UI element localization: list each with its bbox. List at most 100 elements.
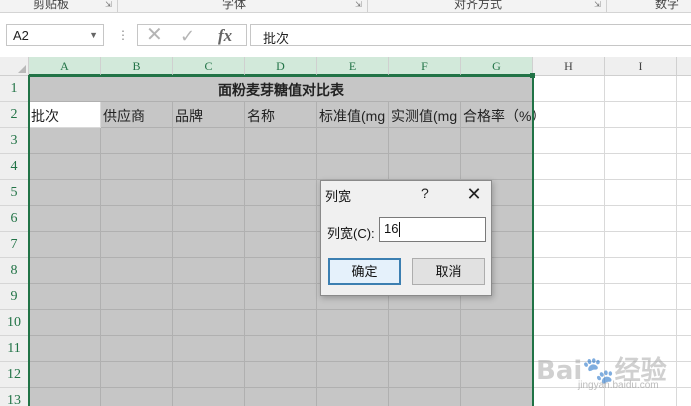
cell[interactable]: [245, 388, 317, 406]
cell[interactable]: [533, 128, 605, 154]
cell[interactable]: [677, 258, 691, 284]
column-header-h[interactable]: H: [533, 57, 605, 76]
cell[interactable]: [677, 180, 691, 206]
cell[interactable]: [173, 180, 245, 206]
cell[interactable]: [173, 388, 245, 406]
cell[interactable]: [389, 362, 461, 388]
cell[interactable]: [101, 258, 173, 284]
select-all-button[interactable]: [0, 57, 29, 76]
cell[interactable]: [173, 284, 245, 310]
cell[interactable]: [173, 128, 245, 154]
cell[interactable]: [389, 128, 461, 154]
cell[interactable]: [677, 206, 691, 232]
cell[interactable]: [29, 310, 101, 336]
cell[interactable]: [101, 284, 173, 310]
cell[interactable]: [461, 128, 533, 154]
cell[interactable]: [461, 362, 533, 388]
column-header-partial[interactable]: [677, 57, 691, 76]
cell[interactable]: [461, 310, 533, 336]
cell[interactable]: [677, 310, 691, 336]
cell[interactable]: [317, 154, 389, 180]
cell[interactable]: [245, 336, 317, 362]
chevron-down-icon[interactable]: ▼: [89, 30, 98, 40]
cell[interactable]: [533, 154, 605, 180]
row-header-13[interactable]: 13: [0, 388, 29, 406]
fill-handle[interactable]: [530, 73, 535, 78]
cell[interactable]: [677, 76, 691, 102]
column-width-input[interactable]: 16: [379, 217, 486, 242]
cell[interactable]: [29, 154, 101, 180]
cell[interactable]: [677, 232, 691, 258]
cell[interactable]: [173, 206, 245, 232]
cell[interactable]: [245, 284, 317, 310]
column-header-i[interactable]: I: [605, 57, 677, 76]
cell[interactable]: [533, 102, 605, 128]
cell[interactable]: [245, 180, 317, 206]
cell[interactable]: [317, 128, 389, 154]
cell[interactable]: [173, 336, 245, 362]
cell[interactable]: [605, 258, 677, 284]
cell[interactable]: [173, 258, 245, 284]
column-header-g[interactable]: G: [461, 57, 533, 76]
cell[interactable]: [389, 154, 461, 180]
row-header-3[interactable]: 3: [0, 128, 29, 154]
cell[interactable]: [173, 154, 245, 180]
cell[interactable]: [605, 180, 677, 206]
close-icon[interactable]: ✕: [461, 181, 487, 207]
insert-function-icon[interactable]: fx: [218, 26, 232, 46]
row-header-11[interactable]: 11: [0, 336, 29, 362]
cell[interactable]: [101, 336, 173, 362]
cell[interactable]: [245, 232, 317, 258]
cell[interactable]: [29, 362, 101, 388]
cell[interactable]: [101, 154, 173, 180]
cancel-button[interactable]: 取消: [412, 258, 485, 285]
formula-input[interactable]: 批次: [250, 24, 691, 46]
cell[interactable]: [173, 232, 245, 258]
cell[interactable]: [29, 258, 101, 284]
check-icon[interactable]: ✓: [180, 25, 195, 47]
cell[interactable]: [317, 388, 389, 406]
cell[interactable]: [389, 336, 461, 362]
font-launcher-icon[interactable]: ⇲: [355, 1, 363, 9]
column-header-e[interactable]: E: [317, 57, 389, 76]
cell[interactable]: [605, 102, 677, 128]
row-header-2[interactable]: 2: [0, 102, 29, 128]
cell[interactable]: [245, 128, 317, 154]
cell[interactable]: [173, 362, 245, 388]
cell[interactable]: [605, 206, 677, 232]
column-header-a[interactable]: A: [29, 57, 101, 76]
cell[interactable]: [533, 232, 605, 258]
cell[interactable]: [101, 232, 173, 258]
cell[interactable]: [101, 206, 173, 232]
cell[interactable]: [317, 362, 389, 388]
cell[interactable]: [29, 128, 101, 154]
cell[interactable]: [677, 128, 691, 154]
cell[interactable]: [461, 388, 533, 406]
cell[interactable]: [245, 258, 317, 284]
cell[interactable]: [29, 388, 101, 406]
cell[interactable]: [605, 128, 677, 154]
cell[interactable]: [317, 336, 389, 362]
column-header-f[interactable]: F: [389, 57, 461, 76]
cell[interactable]: [533, 76, 605, 102]
help-icon[interactable]: ?: [421, 185, 429, 201]
alignment-launcher-icon[interactable]: ⇲: [594, 1, 602, 9]
cell[interactable]: [101, 388, 173, 406]
cell[interactable]: [533, 206, 605, 232]
cell[interactable]: [677, 388, 691, 406]
cell[interactable]: [605, 76, 677, 102]
cell[interactable]: [101, 310, 173, 336]
cell[interactable]: [605, 310, 677, 336]
cell[interactable]: [173, 310, 245, 336]
cell[interactable]: [101, 180, 173, 206]
row-header-12[interactable]: 12: [0, 362, 29, 388]
cell[interactable]: [29, 284, 101, 310]
row-header-7[interactable]: 7: [0, 232, 29, 258]
cell[interactable]: [29, 206, 101, 232]
cell[interactable]: [101, 128, 173, 154]
cell[interactable]: [533, 284, 605, 310]
cell[interactable]: [677, 154, 691, 180]
row-header-6[interactable]: 6: [0, 206, 29, 232]
cell[interactable]: [605, 284, 677, 310]
row-header-4[interactable]: 4: [0, 154, 29, 180]
